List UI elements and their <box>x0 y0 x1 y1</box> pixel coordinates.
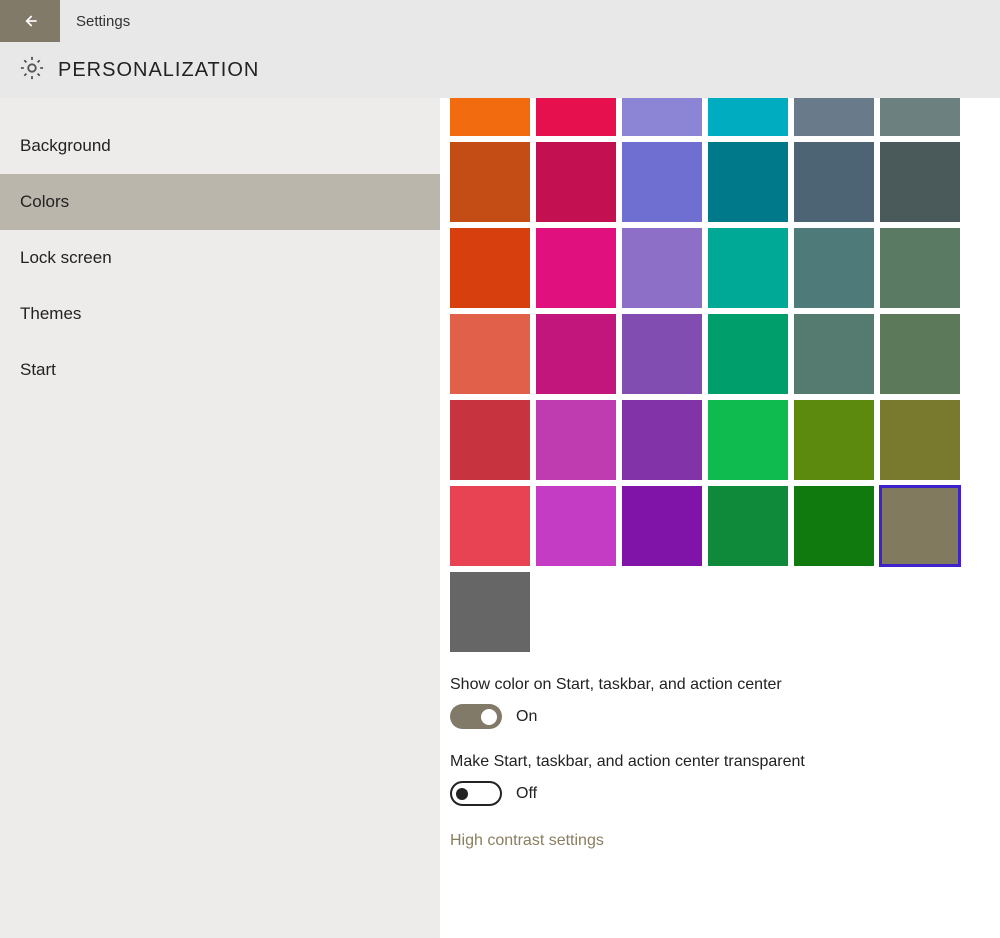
color-swatch[interactable] <box>708 228 788 308</box>
color-swatch[interactable] <box>536 228 616 308</box>
back-arrow-icon <box>20 11 40 31</box>
sidebar-item-background[interactable]: Background <box>0 118 440 174</box>
color-swatch[interactable] <box>708 314 788 394</box>
color-swatch[interactable] <box>622 142 702 222</box>
toggle-transparent-state: Off <box>516 785 537 803</box>
color-swatch[interactable] <box>536 142 616 222</box>
color-swatch-selected[interactable] <box>880 486 960 566</box>
color-swatch[interactable] <box>622 98 702 136</box>
color-swatch[interactable] <box>450 142 530 222</box>
sidebar-item-start[interactable]: Start <box>0 342 440 398</box>
color-swatch[interactable] <box>794 400 874 480</box>
sidebar-item-colors[interactable]: Colors <box>0 174 440 230</box>
color-swatch[interactable] <box>536 314 616 394</box>
color-swatch[interactable] <box>450 486 530 566</box>
color-swatch[interactable] <box>450 400 530 480</box>
gear-icon <box>18 54 46 87</box>
toggle-transparent[interactable] <box>450 781 502 806</box>
color-swatch[interactable] <box>708 486 788 566</box>
color-swatch[interactable] <box>794 98 874 136</box>
color-swatch[interactable] <box>536 400 616 480</box>
sidebar-item-lock-screen[interactable]: Lock screen <box>0 230 440 286</box>
color-swatch[interactable] <box>622 486 702 566</box>
color-swatch[interactable] <box>708 400 788 480</box>
color-swatch[interactable] <box>536 98 616 136</box>
color-swatch[interactable] <box>708 98 788 136</box>
sidebar-nav: Background Colors Lock screen Themes Sta… <box>0 98 440 938</box>
toggle-show-color-state: On <box>516 708 537 726</box>
color-swatch[interactable] <box>450 98 530 136</box>
color-swatch[interactable] <box>880 142 960 222</box>
color-swatch[interactable] <box>880 98 960 136</box>
sidebar-item-themes[interactable]: Themes <box>0 286 440 342</box>
back-button[interactable] <box>0 0 60 42</box>
color-swatch[interactable] <box>794 228 874 308</box>
toggle-show-color-label: Show color on Start, taskbar, and action… <box>450 676 1000 694</box>
color-swatch[interactable] <box>880 400 960 480</box>
color-swatch[interactable] <box>622 228 702 308</box>
color-swatch[interactable] <box>450 314 530 394</box>
page-title: PERSONALIZATION <box>58 59 259 82</box>
color-swatch[interactable] <box>880 228 960 308</box>
color-swatch[interactable] <box>708 142 788 222</box>
color-swatch[interactable] <box>450 228 530 308</box>
toggle-show-color[interactable] <box>450 704 502 729</box>
color-swatch[interactable] <box>880 314 960 394</box>
high-contrast-link[interactable]: High contrast settings <box>450 832 1000 850</box>
color-swatch[interactable] <box>794 314 874 394</box>
color-grid-row-partial <box>450 98 1000 136</box>
color-swatch[interactable] <box>622 400 702 480</box>
window-title: Settings <box>60 13 130 30</box>
color-grid <box>450 142 1000 652</box>
color-swatch[interactable] <box>536 486 616 566</box>
color-swatch[interactable] <box>794 486 874 566</box>
toggle-transparent-label: Make Start, taskbar, and action center t… <box>450 753 1000 771</box>
color-swatch[interactable] <box>622 314 702 394</box>
color-swatch[interactable] <box>794 142 874 222</box>
color-swatch[interactable] <box>450 572 530 652</box>
